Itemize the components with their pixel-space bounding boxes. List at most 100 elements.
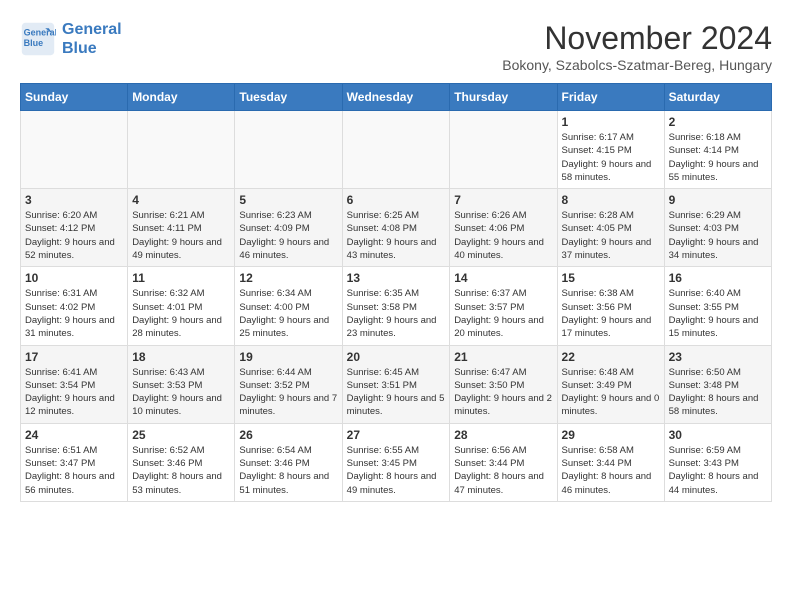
day-detail: Sunrise: 6:54 AM Sunset: 3:46 PM Dayligh…	[239, 444, 337, 497]
calendar-cell: 21Sunrise: 6:47 AM Sunset: 3:50 PM Dayli…	[450, 345, 557, 423]
weekday-header: Sunday	[21, 84, 128, 111]
calendar-table: SundayMondayTuesdayWednesdayThursdayFrid…	[20, 83, 772, 502]
day-detail: Sunrise: 6:17 AM Sunset: 4:15 PM Dayligh…	[562, 131, 660, 184]
calendar-cell: 29 Sunrise: 6:58 AM Sunset: 3:44 PM Dayli…	[557, 423, 664, 501]
month-title: November 2024	[502, 20, 772, 57]
day-number: 12	[239, 271, 337, 285]
day-detail: Sunrise: 6:34 AM Sunset: 4:00 PM Dayligh…	[239, 287, 337, 340]
weekday-header: Tuesday	[235, 84, 342, 111]
calendar-cell	[235, 111, 342, 189]
calendar-cell: 11 Sunrise: 6:32 AM Sunset: 4:01 PM Dayli…	[128, 267, 235, 345]
calendar-cell: 27Sunrise: 6:55 AM Sunset: 3:45 PM Dayli…	[342, 423, 450, 501]
page-header: General Blue General Blue November 2024 …	[20, 20, 772, 73]
calendar-cell: 6Sunrise: 6:25 AM Sunset: 4:08 PM Daylig…	[342, 189, 450, 267]
calendar-cell: 4 Sunrise: 6:21 AM Sunset: 4:11 PM Daylig…	[128, 189, 235, 267]
calendar-cell	[21, 111, 128, 189]
day-number: 26	[239, 428, 337, 442]
day-number: 2	[669, 115, 767, 129]
day-number: 5	[239, 193, 337, 207]
day-number: 25	[132, 428, 230, 442]
weekday-header: Friday	[557, 84, 664, 111]
day-number: 6	[347, 193, 446, 207]
logo-icon: General Blue	[20, 21, 56, 57]
day-number: 1	[562, 115, 660, 129]
calendar-cell: 10Sunrise: 6:31 AM Sunset: 4:02 PM Dayli…	[21, 267, 128, 345]
day-number: 30	[669, 428, 767, 442]
calendar-week-row: 24Sunrise: 6:51 AM Sunset: 3:47 PM Dayli…	[21, 423, 772, 501]
day-number: 15	[562, 271, 660, 285]
day-detail: Sunrise: 6:40 AM Sunset: 3:55 PM Dayligh…	[669, 287, 767, 340]
calendar-cell: 20 Sunrise: 6:45 AM Sunset: 3:51 PM Dayli…	[342, 345, 450, 423]
calendar-cell: 23 Sunrise: 6:50 AM Sunset: 3:48 PM Dayli…	[664, 345, 771, 423]
calendar-week-row: 1 Sunrise: 6:17 AM Sunset: 4:15 PM Daylig…	[21, 111, 772, 189]
calendar-cell: 26 Sunrise: 6:54 AM Sunset: 3:46 PM Dayli…	[235, 423, 342, 501]
day-detail: Sunrise: 6:29 AM Sunset: 4:03 PM Dayligh…	[669, 209, 767, 262]
day-detail: Sunrise: 6:18 AM Sunset: 4:14 PM Dayligh…	[669, 131, 767, 184]
calendar-cell: 13 Sunrise: 6:35 AM Sunset: 3:58 PM Dayli…	[342, 267, 450, 345]
calendar-cell: 24Sunrise: 6:51 AM Sunset: 3:47 PM Dayli…	[21, 423, 128, 501]
calendar-cell	[450, 111, 557, 189]
day-number: 16	[669, 271, 767, 285]
day-number: 21	[454, 350, 552, 364]
day-number: 23	[669, 350, 767, 364]
day-detail: Sunrise: 6:51 AM Sunset: 3:47 PM Dayligh…	[25, 444, 123, 497]
calendar-cell	[128, 111, 235, 189]
calendar-week-row: 3 Sunrise: 6:20 AM Sunset: 4:12 PM Daylig…	[21, 189, 772, 267]
day-detail: Sunrise: 6:43 AM Sunset: 3:53 PM Dayligh…	[132, 366, 230, 419]
weekday-header: Thursday	[450, 84, 557, 111]
day-detail: Sunrise: 6:59 AM Sunset: 3:43 PM Dayligh…	[669, 444, 767, 497]
calendar-cell: 8 Sunrise: 6:28 AM Sunset: 4:05 PM Daylig…	[557, 189, 664, 267]
calendar-cell: 28 Sunrise: 6:56 AM Sunset: 3:44 PM Dayli…	[450, 423, 557, 501]
day-number: 11	[132, 271, 230, 285]
day-number: 8	[562, 193, 660, 207]
calendar-header-row: SundayMondayTuesdayWednesdayThursdayFrid…	[21, 84, 772, 111]
day-detail: Sunrise: 6:35 AM Sunset: 3:58 PM Dayligh…	[347, 287, 446, 340]
day-number: 13	[347, 271, 446, 285]
day-number: 17	[25, 350, 123, 364]
day-number: 18	[132, 350, 230, 364]
calendar-cell: 1 Sunrise: 6:17 AM Sunset: 4:15 PM Daylig…	[557, 111, 664, 189]
day-detail: Sunrise: 6:41 AM Sunset: 3:54 PM Dayligh…	[25, 366, 123, 419]
day-detail: Sunrise: 6:58 AM Sunset: 3:44 PM Dayligh…	[562, 444, 660, 497]
weekday-header: Wednesday	[342, 84, 450, 111]
day-detail: Sunrise: 6:21 AM Sunset: 4:11 PM Dayligh…	[132, 209, 230, 262]
logo-text: General Blue	[62, 20, 122, 58]
calendar-cell: 17 Sunrise: 6:41 AM Sunset: 3:54 PM Dayli…	[21, 345, 128, 423]
day-number: 14	[454, 271, 552, 285]
day-number: 19	[239, 350, 337, 364]
calendar-week-row: 17 Sunrise: 6:41 AM Sunset: 3:54 PM Dayli…	[21, 345, 772, 423]
calendar-cell: 18 Sunrise: 6:43 AM Sunset: 3:53 PM Dayli…	[128, 345, 235, 423]
day-detail: Sunrise: 6:45 AM Sunset: 3:51 PM Dayligh…	[347, 366, 446, 419]
logo: General Blue General Blue	[20, 20, 122, 58]
svg-text:Blue: Blue	[24, 38, 44, 48]
day-number: 28	[454, 428, 552, 442]
calendar-cell	[342, 111, 450, 189]
day-detail: Sunrise: 6:37 AM Sunset: 3:57 PM Dayligh…	[454, 287, 552, 340]
day-detail: Sunrise: 6:50 AM Sunset: 3:48 PM Dayligh…	[669, 366, 767, 419]
day-detail: Sunrise: 6:32 AM Sunset: 4:01 PM Dayligh…	[132, 287, 230, 340]
day-detail: Sunrise: 6:38 AM Sunset: 3:56 PM Dayligh…	[562, 287, 660, 340]
day-detail: Sunrise: 6:23 AM Sunset: 4:09 PM Dayligh…	[239, 209, 337, 262]
calendar-cell: 14 Sunrise: 6:37 AM Sunset: 3:57 PM Dayli…	[450, 267, 557, 345]
day-detail: Sunrise: 6:28 AM Sunset: 4:05 PM Dayligh…	[562, 209, 660, 262]
day-detail: Sunrise: 6:52 AM Sunset: 3:46 PM Dayligh…	[132, 444, 230, 497]
day-detail: Sunrise: 6:26 AM Sunset: 4:06 PM Dayligh…	[454, 209, 552, 262]
calendar-cell: 16 Sunrise: 6:40 AM Sunset: 3:55 PM Dayli…	[664, 267, 771, 345]
weekday-header: Monday	[128, 84, 235, 111]
calendar-week-row: 10Sunrise: 6:31 AM Sunset: 4:02 PM Dayli…	[21, 267, 772, 345]
day-number: 29	[562, 428, 660, 442]
day-detail: Sunrise: 6:31 AM Sunset: 4:02 PM Dayligh…	[25, 287, 123, 340]
day-number: 20	[347, 350, 446, 364]
calendar-cell: 15 Sunrise: 6:38 AM Sunset: 3:56 PM Dayli…	[557, 267, 664, 345]
day-detail: Sunrise: 6:56 AM Sunset: 3:44 PM Dayligh…	[454, 444, 552, 497]
calendar-cell: 7 Sunrise: 6:26 AM Sunset: 4:06 PM Daylig…	[450, 189, 557, 267]
calendar-cell: 30 Sunrise: 6:59 AM Sunset: 3:43 PM Dayli…	[664, 423, 771, 501]
calendar-cell: 2 Sunrise: 6:18 AM Sunset: 4:14 PM Daylig…	[664, 111, 771, 189]
day-number: 3	[25, 193, 123, 207]
location: Bokony, Szabolcs-Szatmar-Bereg, Hungary	[502, 57, 772, 73]
day-detail: Sunrise: 6:55 AM Sunset: 3:45 PM Dayligh…	[347, 444, 446, 497]
day-detail: Sunrise: 6:20 AM Sunset: 4:12 PM Dayligh…	[25, 209, 123, 262]
day-number: 9	[669, 193, 767, 207]
day-number: 7	[454, 193, 552, 207]
day-number: 4	[132, 193, 230, 207]
